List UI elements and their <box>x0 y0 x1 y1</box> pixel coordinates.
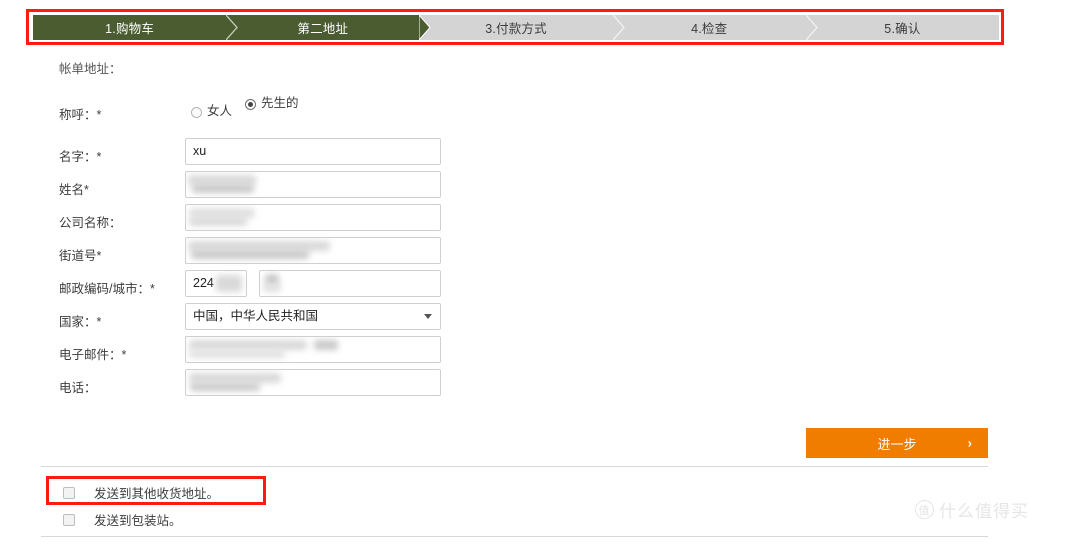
next-step-label: 进一步 <box>877 436 917 452</box>
country-label: 国家：* <box>59 315 102 329</box>
step-item-4[interactable]: 4.检查 <box>612 15 818 40</box>
checkbox-label-packing-station: 发送到包装站。 <box>94 514 182 528</box>
city-input[interactable] <box>259 270 441 297</box>
redacted-block <box>189 217 247 226</box>
step-item-1[interactable]: 1.购物车 <box>33 15 239 40</box>
checkbox-icon-packing-station[interactable] <box>63 513 75 526</box>
firstname-input[interactable]: xu <box>185 138 441 165</box>
form-row-street: 街道号* <box>59 237 459 270</box>
country-selected-value: 中国，中华人民共和国 <box>193 309 319 323</box>
chevron-down-icon[interactable] <box>424 314 432 319</box>
step-item-3[interactable]: 3.付款方式 <box>419 15 625 40</box>
company-input[interactable] <box>185 204 441 231</box>
watermark-text: 什么值得买 <box>939 502 1029 521</box>
lastname-input[interactable] <box>185 171 441 198</box>
redacted-block <box>190 383 260 391</box>
billing-address-title: 帐单地址： <box>59 62 122 76</box>
salutation-label: 称呼：* <box>59 108 102 122</box>
street-label: 街道号* <box>59 249 102 263</box>
watermark: 值 什么值得买 <box>915 497 1029 522</box>
form-row-lastname: 姓名* <box>59 171 459 204</box>
radio-icon-female[interactable] <box>191 107 202 118</box>
redacted-block <box>192 184 254 193</box>
divider-above-options <box>41 466 988 467</box>
next-step-button[interactable]: 进一步 › <box>806 428 988 458</box>
form-row-salutation: 称呼：* 女人 先生的 <box>59 96 459 138</box>
step-label: 第二地址 <box>297 22 349 36</box>
phone-input[interactable] <box>185 369 441 396</box>
step-item-5[interactable]: 5.确认 <box>805 15 1000 40</box>
form-row-country: 国家：* 中国，中华人民共和国 <box>59 303 459 336</box>
postal-code-value: 224 <box>193 276 214 290</box>
salutation-radio-group: 女人 先生的 <box>185 96 325 138</box>
radio-icon-male[interactable] <box>245 99 256 110</box>
street-input[interactable] <box>185 237 441 264</box>
radio-label-female: 女人 <box>207 104 233 118</box>
radio-option-male[interactable]: 先生的 <box>245 96 301 111</box>
redacted-block <box>189 340 307 350</box>
redacted-block <box>189 373 281 383</box>
form-row-email: 电子邮件：* <box>59 336 459 369</box>
step-label: 1.购物车 <box>105 22 155 36</box>
form-row-company: 公司名称： <box>59 204 459 237</box>
divider-bottom <box>41 536 988 537</box>
checkbox-label-other-address: 发送到其他收货地址。 <box>94 487 220 501</box>
checkbox-row-packing-station[interactable]: 发送到包装站。 <box>63 510 182 529</box>
radio-option-female[interactable]: 女人 <box>191 104 247 119</box>
company-label: 公司名称： <box>59 216 122 230</box>
step-label: 5.确认 <box>884 22 921 36</box>
radio-label-male: 先生的 <box>261 96 299 110</box>
firstname-value: xu <box>193 144 207 158</box>
email-input[interactable] <box>185 336 441 363</box>
lastname-label: 姓名* <box>59 183 89 197</box>
step-label: 4.检查 <box>691 22 728 36</box>
redacted-block <box>216 275 242 292</box>
form-row-phone: 电话： <box>59 369 459 402</box>
form-row-firstname: 名字：* xu <box>59 138 459 171</box>
redacted-block <box>191 250 309 259</box>
watermark-logo-icon: 值 <box>915 500 934 519</box>
email-label: 电子邮件：* <box>59 348 127 362</box>
postal-city-label: 邮政编码/城市：* <box>59 282 155 296</box>
checkbox-row-other-address[interactable]: 发送到其他收货地址。 <box>63 483 219 502</box>
billing-address-form: 称呼：* 女人 先生的 名字：* xu 姓名* 公司名称： 街道号* 邮政编码/… <box>59 96 459 402</box>
checkout-steps: 1.购物车 第二地址 3.付款方式 4.检查 5.确认 <box>33 15 1000 40</box>
phone-label: 电话： <box>59 381 97 395</box>
country-select[interactable]: 中国，中华人民共和国 <box>185 303 441 330</box>
chevron-right-icon: › <box>967 435 972 451</box>
form-row-postal-city: 邮政编码/城市：* 224 <box>59 270 459 303</box>
firstname-label: 名字：* <box>59 150 102 164</box>
redacted-block <box>314 340 338 350</box>
redacted-block <box>263 284 281 292</box>
postal-code-input[interactable]: 224 <box>185 270 247 297</box>
checkbox-icon-other-address[interactable] <box>63 486 75 499</box>
step-item-2[interactable]: 第二地址 <box>226 15 432 40</box>
redacted-block <box>189 350 285 358</box>
step-label: 3.付款方式 <box>485 22 547 36</box>
